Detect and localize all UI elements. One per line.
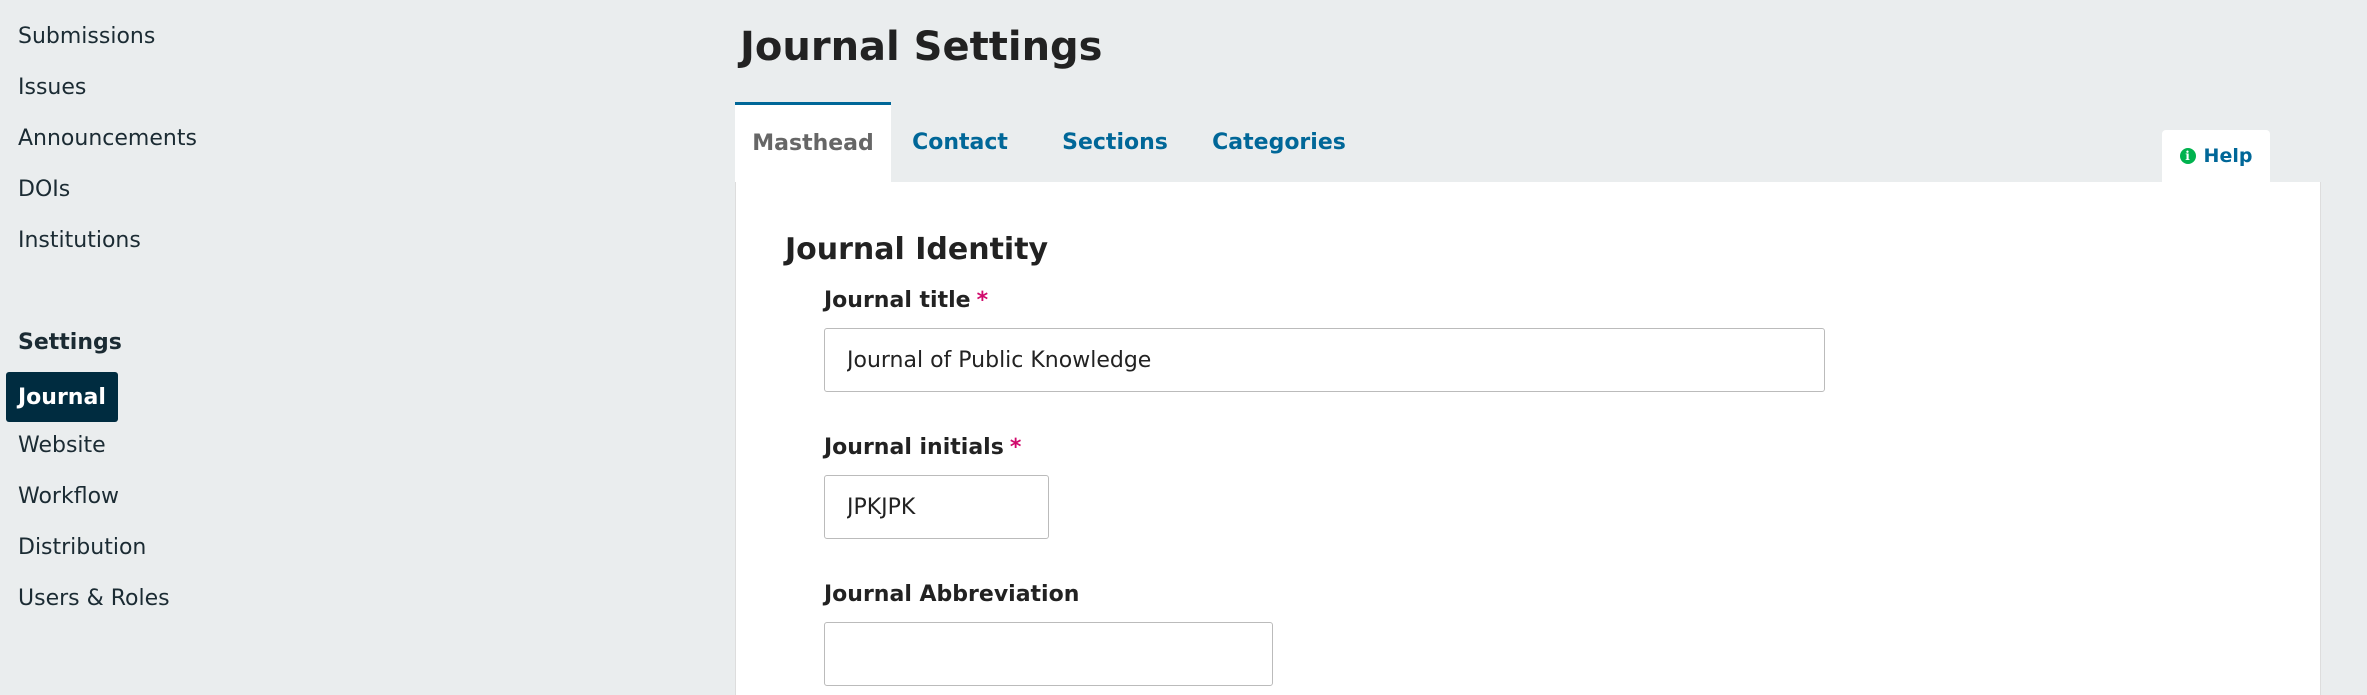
- sidebar-item-submissions[interactable]: Submissions: [18, 24, 155, 49]
- tab-contact[interactable]: Contact: [905, 102, 1015, 182]
- journal-initials-label-text: Journal initials: [824, 435, 1004, 460]
- tab-sections[interactable]: Sections: [1055, 102, 1175, 182]
- tab-masthead[interactable]: Masthead: [735, 102, 891, 182]
- required-marker: *: [976, 288, 989, 313]
- sidebar-item-institutions[interactable]: Institutions: [18, 228, 141, 253]
- help-button[interactable]: i Help: [2162, 130, 2270, 182]
- sidebar-item-workflow[interactable]: Workflow: [18, 484, 119, 509]
- journal-title-label: Journal title *: [824, 288, 988, 313]
- info-circle-icon: i: [2179, 148, 2196, 164]
- sidebar-item-users-roles[interactable]: Users & Roles: [18, 586, 170, 611]
- journal-abbreviation-input[interactable]: [824, 622, 1273, 686]
- journal-initials-input[interactable]: [824, 475, 1049, 539]
- journal-title-input[interactable]: [824, 328, 1825, 392]
- sidebar-item-distribution[interactable]: Distribution: [18, 535, 146, 560]
- page-title: Journal Settings: [740, 24, 1103, 70]
- tab-categories[interactable]: Categories: [1209, 102, 1349, 182]
- sidebar-item-dois[interactable]: DOIs: [18, 177, 70, 202]
- journal-abbreviation-label: Journal Abbreviation: [824, 582, 1080, 607]
- sidebar-item-website[interactable]: Website: [18, 433, 106, 458]
- sidebar-item-announcements[interactable]: Announcements: [18, 126, 197, 151]
- sidebar-item-journal[interactable]: Journal: [6, 372, 118, 422]
- required-marker: *: [1009, 435, 1022, 460]
- sidebar-heading-settings: Settings: [18, 330, 122, 355]
- journal-initials-label: Journal initials *: [824, 435, 1021, 460]
- section-title: Journal Identity: [785, 232, 1049, 267]
- sidebar-item-issues[interactable]: Issues: [18, 75, 86, 100]
- help-label: Help: [2203, 145, 2253, 167]
- journal-title-label-text: Journal title: [824, 288, 971, 313]
